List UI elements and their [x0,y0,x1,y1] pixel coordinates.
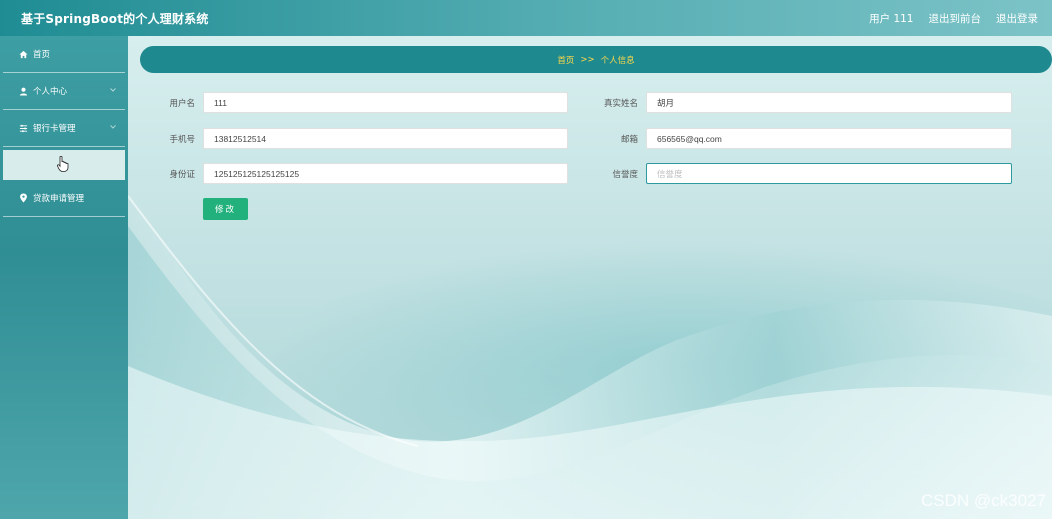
email-label: 邮箱 [620,134,638,145]
sidebar-item-bank-card[interactable]: 银行卡管理 [3,110,125,147]
sidebar-item-personal-center[interactable]: 个人中心 [3,73,125,110]
realname-label: 真实姓名 [603,98,638,109]
email-value: 656565@qq.com [657,133,722,144]
breadcrumb: 首页 >> 个人信息 [140,46,1052,73]
realname-value: 胡月 [657,97,675,108]
form-row-credit: 信誉度 信誉度 [558,163,1012,184]
sidebar-item-label: 银行卡管理 [33,124,76,134]
idcard-value: 125125125125125125 [214,168,300,179]
user-icon [18,86,28,96]
watermark: CSDN @ck3027 [921,491,1046,510]
app-title: 基于SpringBoot的个人理财系统 [21,11,209,26]
credit-label: 信誉度 [612,169,638,180]
credit-input[interactable]: 信誉度 [646,163,1012,184]
sidebar-item-loan-application[interactable]: 贷款申请管理 [3,180,125,217]
breadcrumb-separator: >> [580,54,595,65]
form-row-idcard: 身份证 125125125125125125 [128,163,568,184]
sliders-icon [18,123,28,133]
username-label: 用户名 [169,98,195,109]
form-row-realname: 真实姓名 胡月 [558,92,1012,113]
idcard-label: 身份证 [169,169,195,180]
home-icon [18,49,28,59]
chevron-down-icon [109,123,117,131]
header-actions: 用户 111 退出到前台 退出登录 [869,11,1038,26]
phone-label: 手机号 [169,134,195,145]
form-row-phone: 手机号 13812512514 [128,128,568,149]
current-user-label[interactable]: 用户 111 [869,11,913,26]
modify-button[interactable]: 修改 [203,198,248,220]
credit-placeholder: 信誉度 [657,168,683,179]
sidebar-item-label: 首页 [33,50,51,60]
sidebar-subitem-bank-card[interactable] [3,150,125,180]
mouse-pointer-icon [57,155,69,175]
sidebar-item-home[interactable]: 首页 [3,36,125,73]
location-pin-icon [18,193,28,203]
username-value: 111 [214,97,227,108]
phone-value: 13812512514 [214,133,267,144]
sidebar-item-label: 贷款申请管理 [33,194,85,204]
form-row-email: 邮箱 656565@qq.com [558,128,1012,149]
back-to-frontend-link[interactable]: 退出到前台 [929,11,982,26]
phone-field[interactable]: 13812512514 [203,128,568,149]
sidebar-item-label: 个人中心 [33,87,68,97]
realname-field[interactable]: 胡月 [646,92,1012,113]
username-field[interactable]: 111 [203,92,568,113]
email-field[interactable]: 656565@qq.com [646,128,1012,149]
sidebar: 首页 个人中心 银行卡管理 贷款申请管理 [0,36,128,519]
top-header: 基于SpringBoot的个人理财系统 用户 111 退出到前台 退出登录 [0,0,1052,36]
breadcrumb-home-link[interactable]: 首页 [557,54,574,66]
idcard-field[interactable]: 125125125125125125 [203,163,568,184]
breadcrumb-current: 个人信息 [600,55,635,66]
logout-link[interactable]: 退出登录 [996,11,1038,26]
form-row-username: 用户名 111 [128,92,568,113]
main-content: 首页 >> 个人信息 用户名 111 真实姓名 胡月 手机号 138125125… [128,36,1052,519]
chevron-down-icon [109,86,117,94]
